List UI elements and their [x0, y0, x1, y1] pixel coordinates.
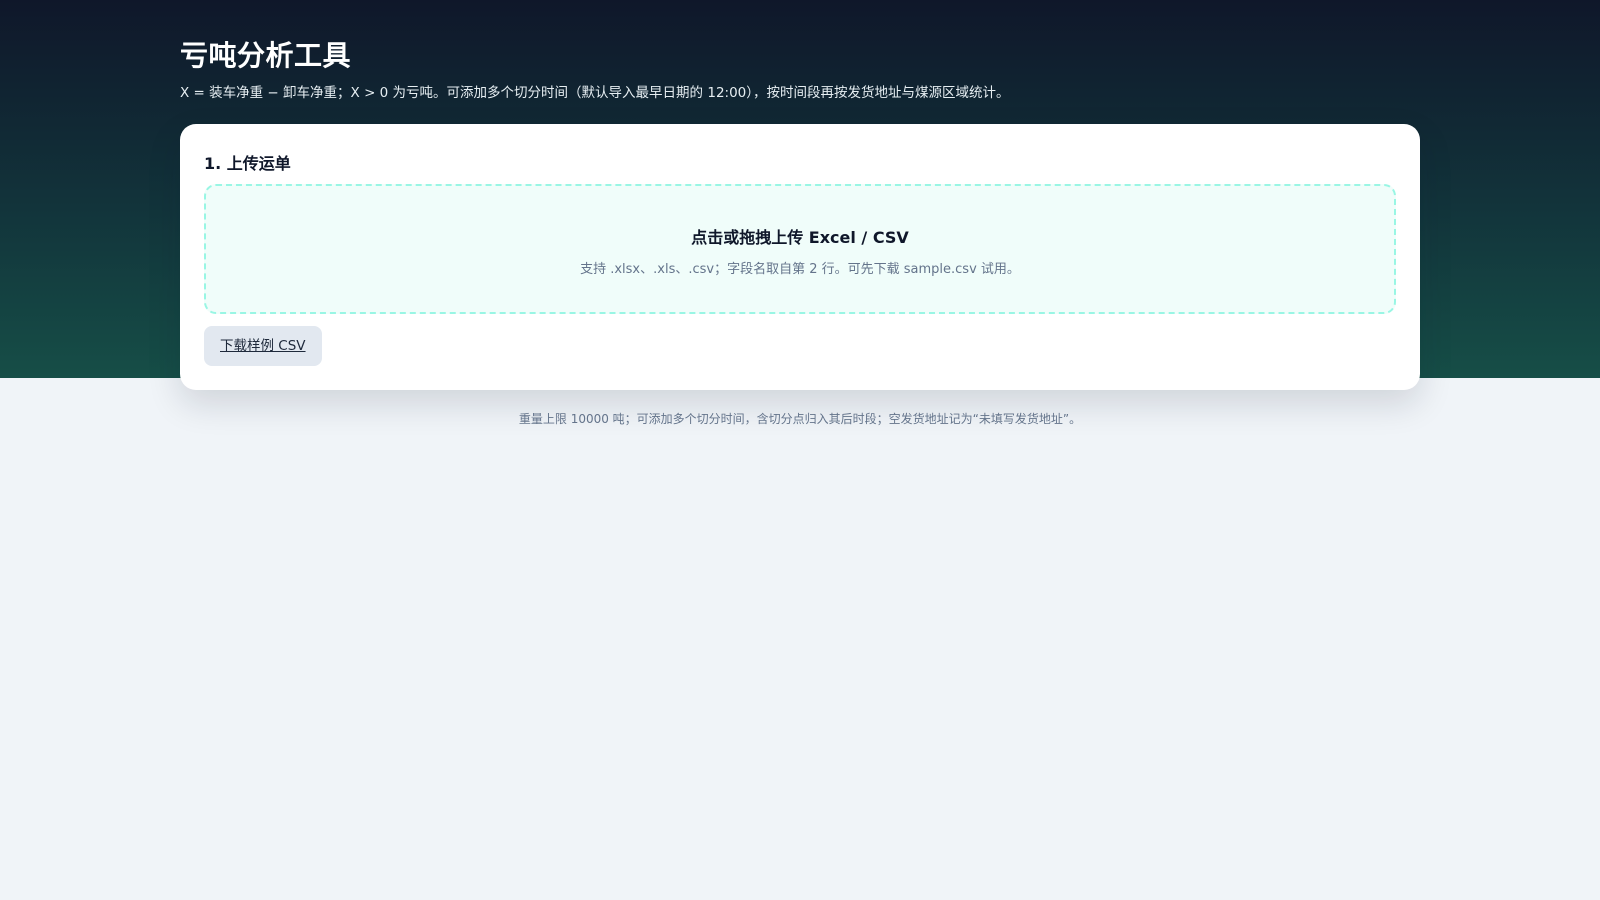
- upload-card: 1. 上传运单 点击或拖拽上传 Excel / CSV 支持 .xlsx、.xl…: [180, 124, 1420, 390]
- dropzone-hint: 支持 .xlsx、.xls、.csv；字段名取自第 2 行。可先下载 sampl…: [580, 262, 1020, 277]
- file-dropzone[interactable]: 点击或拖拽上传 Excel / CSV 支持 .xlsx、.xls、.csv；字…: [204, 184, 1396, 314]
- download-sample-csv-button[interactable]: 下载样例 CSV: [204, 326, 322, 366]
- page-title: 亏吨分析工具: [180, 39, 352, 72]
- dropzone-title: 点击或拖拽上传 Excel / CSV: [691, 228, 909, 247]
- footer-note: 重量上限 10000 吨；可添加多个切分时间，含切分点归入其后时段；空发货地址记…: [518, 412, 1082, 426]
- section-title-upload: 1. 上传运单: [204, 154, 291, 173]
- page-subtitle: X = 装车净重 − 卸车净重；X > 0 为亏吨。可添加多个切分时间（默认导入…: [180, 85, 1010, 101]
